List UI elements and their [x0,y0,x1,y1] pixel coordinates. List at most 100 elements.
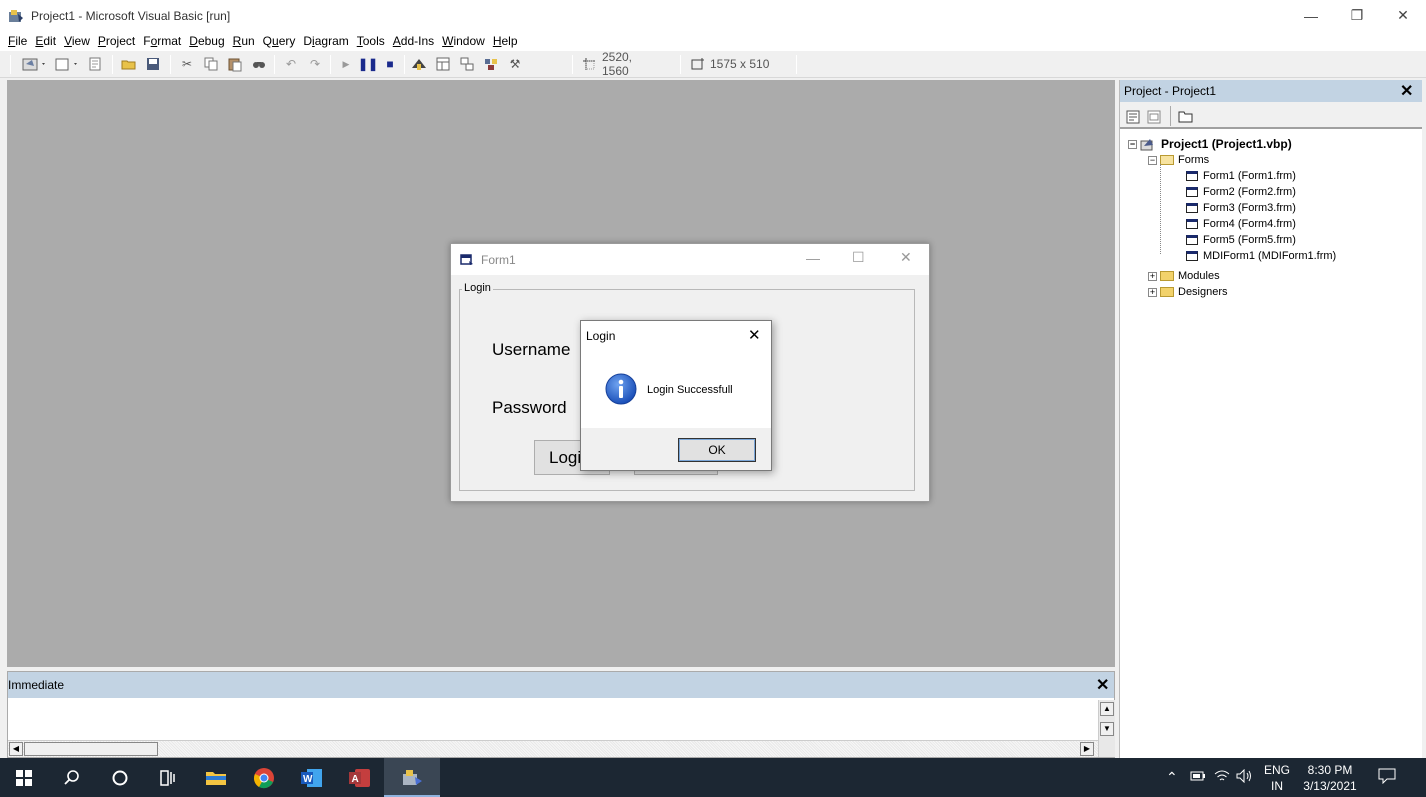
scroll-down-arrow-icon[interactable]: ▼ [1100,722,1114,736]
position-value: 2520, 1560 [601,50,633,78]
properties-window-icon[interactable] [432,55,454,73]
menu-item[interactable]: Help [493,34,518,48]
file-explorer-icon[interactable] [192,758,240,797]
form-item-label: MDIForm1 (MDIForm1.frm) [1203,250,1337,262]
form1-close-button[interactable]: ✕ [900,249,912,266]
menu-item[interactable]: Format [143,34,181,48]
size-value: 1575 x 510 [710,57,770,71]
collapse-icon[interactable]: − [1148,155,1157,165]
immediate-hscrollbar[interactable]: ◀ ▶ [8,740,1098,757]
add-form-icon[interactable] [52,55,82,73]
menu-item[interactable]: Diagram [303,34,348,48]
form-position-readout: 2520, 1560 [582,50,662,78]
immediate-vscrollbar[interactable]: ▲ ▼ [1098,700,1115,757]
project-explorer-close-icon[interactable]: ✕ [1400,81,1413,101]
restore-button[interactable]: ❐ [1334,0,1380,31]
form1-minimize-button[interactable]: — [806,250,820,266]
immediate-text-area[interactable] [8,700,1098,736]
access-icon[interactable]: A [336,758,384,797]
save-project-icon[interactable] [142,55,164,73]
menu-item[interactable]: Debug [189,34,224,48]
menu-item[interactable]: View [64,34,90,48]
windows-start-icon[interactable] [0,758,48,797]
menu-item[interactable]: Query [263,34,296,48]
project-explorer-icon[interactable] [408,55,430,73]
tree-modules-folder[interactable]: + Modules [1148,268,1220,284]
collapse-icon[interactable]: − [1128,139,1137,149]
clock[interactable]: 8:30 PM 3/13/2021 [1298,762,1362,794]
wifi-icon[interactable] [1214,769,1230,787]
form1-maximize-button[interactable]: ☐ [852,249,865,266]
word-icon[interactable]: W [288,758,336,797]
view-code-icon[interactable] [1126,110,1140,124]
end-icon[interactable]: ■ [380,55,400,73]
search-icon[interactable] [48,758,96,797]
tree-form-item[interactable]: MDIForm1 (MDIForm1.frm) [1186,248,1336,264]
scroll-right-arrow-icon[interactable]: ▶ [1080,742,1094,756]
battery-icon[interactable] [1190,770,1206,786]
object-browser-icon[interactable] [480,55,502,73]
scroll-up-arrow-icon[interactable]: ▲ [1100,702,1114,716]
tree-form-item[interactable]: Form5 (Form5.frm) [1186,232,1296,248]
vb6-taskbar-icon[interactable] [384,758,440,797]
tree-form-item[interactable]: Form2 (Form2.frm) [1186,184,1296,200]
paste-icon[interactable] [224,55,246,73]
undo-icon[interactable]: ↶ [280,55,302,73]
show-hidden-icons-icon[interactable]: ⌃ [1166,769,1178,785]
tree-designers-folder[interactable]: + Designers [1148,284,1228,300]
tree-forms-folder[interactable]: − Forms [1148,152,1209,168]
ok-button[interactable]: OK [678,438,756,462]
tree-form-item[interactable]: Form4 (Form4.frm) [1186,216,1296,232]
language-code: ENG [1263,763,1290,777]
menu-item[interactable]: File [8,34,27,48]
chrome-icon[interactable] [240,758,288,797]
immediate-header: Immediate ✕ [8,672,1114,698]
tree-form-item[interactable]: Form3 (Form3.frm) [1186,200,1296,216]
language-indicator[interactable]: ENG IN [1262,762,1292,794]
form-item-label: Form1 (Form1.frm) [1203,170,1296,182]
menu-item[interactable]: Project [98,34,135,48]
menu-item[interactable]: Window [442,34,485,48]
cut-icon[interactable]: ✂ [176,55,198,73]
add-project-icon[interactable] [20,55,50,73]
cortana-icon[interactable] [96,758,144,797]
expand-icon[interactable]: + [1148,271,1157,281]
menu-item[interactable]: Add-Ins [393,34,434,48]
redo-icon[interactable]: ↷ [304,55,326,73]
open-folder-icon [1160,155,1174,165]
window-title: Project1 - Microsoft Visual Basic [run] [31,8,231,23]
login-messagebox: Login ✕ Login Successfull OK [580,320,772,471]
form-item-label: Form5 (Form5.frm) [1203,234,1296,246]
close-window-button[interactable]: ✕ [1380,0,1426,31]
toggle-folders-icon[interactable] [1178,109,1194,124]
project-root-label: Project1 (Project1.vbp) [1161,137,1292,151]
messagebox-close-icon[interactable]: ✕ [748,326,761,344]
start-icon[interactable]: ▶ [336,55,356,73]
expand-icon[interactable]: + [1148,287,1157,297]
task-view-icon[interactable] [144,758,192,797]
messagebox-title: Login [586,328,616,343]
menu-item[interactable]: Edit [35,34,56,48]
find-icon[interactable] [248,55,270,73]
menu-editor-icon[interactable] [84,55,106,73]
volume-icon[interactable] [1236,768,1254,787]
messagebox-text: Login Successfull [647,384,733,396]
hscroll-thumb[interactable] [24,742,158,756]
menu-item[interactable]: Tools [357,34,385,48]
tree-project-root[interactable]: − Project1 (Project1.vbp) [1128,136,1292,152]
info-icon [605,373,637,405]
toolbox-icon[interactable]: ⚒ [504,55,526,73]
tree-form-item[interactable]: Form1 (Form1.frm) [1186,168,1296,184]
break-icon[interactable]: ❚❚ [358,55,378,73]
form-layout-icon[interactable] [456,55,478,73]
menu-item[interactable]: Run [233,34,255,48]
open-project-icon[interactable] [118,55,140,73]
immediate-close-icon[interactable]: ✕ [1096,675,1109,695]
notifications-icon[interactable] [1378,768,1396,788]
scroll-left-arrow-icon[interactable]: ◀ [9,742,23,756]
copy-icon[interactable] [200,55,222,73]
svg-text:A: A [352,774,359,785]
minimize-button[interactable]: — [1288,0,1334,31]
project-explorer: Project - Project1 ✕ − Project1 (Project… [1119,80,1422,758]
view-object-icon[interactable] [1147,110,1161,124]
